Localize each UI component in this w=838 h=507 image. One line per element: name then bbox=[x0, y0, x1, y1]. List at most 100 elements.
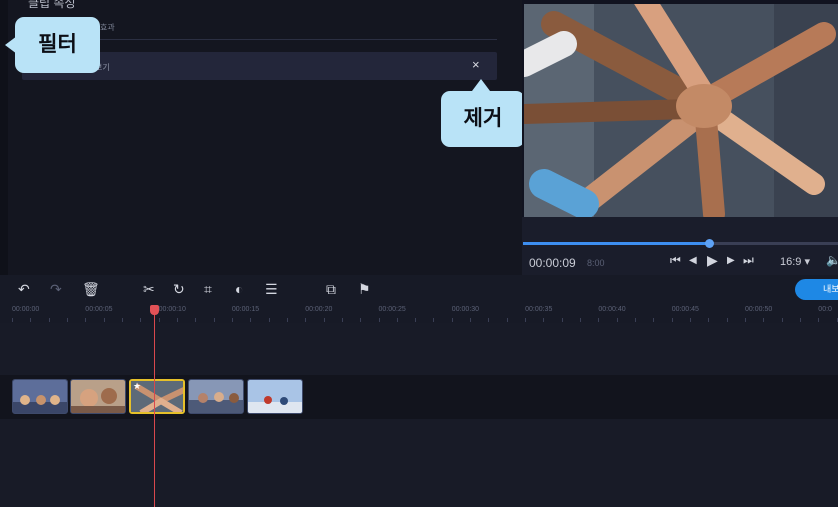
ruler-tick bbox=[708, 318, 710, 322]
previous-frame-icon[interactable]: ◀ bbox=[689, 255, 697, 266]
seek-handle[interactable] bbox=[704, 239, 714, 248]
ruler-tick bbox=[745, 318, 746, 322]
ruler-tick-label: 00:00:25 bbox=[378, 306, 406, 313]
remove-filter-button[interactable]: × bbox=[472, 57, 480, 72]
ruler-tick bbox=[268, 318, 270, 322]
seek-progress bbox=[523, 242, 709, 245]
ruler-tick bbox=[781, 318, 783, 322]
ruler-tick-label: 00:0 bbox=[818, 306, 832, 313]
flag-icon[interactable]: ⚑ bbox=[358, 281, 371, 298]
settings-icon[interactable]: ☰ bbox=[265, 281, 278, 298]
ruler-tick-label: 00:00:40 bbox=[598, 306, 626, 313]
ruler-tick bbox=[653, 318, 655, 322]
clip-thumbnail bbox=[248, 380, 302, 413]
timeline-clip[interactable] bbox=[247, 379, 303, 414]
ruler-tick bbox=[433, 318, 435, 322]
ruler-tick bbox=[360, 318, 362, 322]
ruler-tick bbox=[488, 318, 490, 322]
ruler-tick bbox=[85, 318, 87, 322]
ruler-tick bbox=[580, 318, 581, 322]
play-icon[interactable]: ▶ bbox=[707, 252, 718, 269]
clip-thumbnail bbox=[13, 380, 67, 413]
export-button[interactable]: 내보 bbox=[795, 279, 838, 300]
ruler-tick-label: 00:00:50 bbox=[745, 306, 773, 313]
clip-thumbnail bbox=[189, 380, 243, 413]
timeline-clip[interactable] bbox=[70, 379, 126, 414]
skip-to-end-icon[interactable]: ⏭ bbox=[743, 253, 754, 268]
filter-callout: 필터 bbox=[15, 17, 100, 73]
crop-icon[interactable]: ⌗ bbox=[204, 281, 212, 298]
video-preview[interactable] bbox=[524, 4, 838, 217]
ruler-tick bbox=[250, 318, 252, 322]
ruler-tick bbox=[396, 318, 398, 322]
next-frame-icon[interactable]: ▶ bbox=[727, 255, 735, 266]
ruler-tick bbox=[103, 318, 105, 322]
ruler-tick bbox=[305, 318, 307, 322]
remove-callout: 제거 bbox=[441, 91, 525, 147]
ruler-tick bbox=[213, 318, 215, 322]
playhead-handle[interactable] bbox=[150, 305, 159, 315]
color-adjust-icon[interactable]: ◐ bbox=[235, 281, 243, 297]
ruler-tick bbox=[30, 318, 32, 322]
skip-to-start-icon[interactable]: ⏮ bbox=[670, 253, 681, 268]
ruler-tick bbox=[726, 318, 728, 322]
ruler-tick bbox=[415, 318, 417, 322]
overlay-track[interactable] bbox=[0, 323, 838, 375]
ruler-tick bbox=[121, 318, 123, 322]
ruler-tick bbox=[195, 318, 197, 322]
ruler-tick bbox=[561, 318, 563, 322]
ruler-tick bbox=[470, 318, 472, 322]
redo-icon[interactable]: ↷ bbox=[50, 281, 62, 298]
ruler-tick bbox=[763, 318, 765, 322]
callout-arrow bbox=[472, 79, 490, 91]
ruler-tick bbox=[690, 318, 691, 322]
ruler-tick bbox=[506, 318, 508, 322]
effect-label: 효과 bbox=[100, 23, 115, 32]
timeline-ruler[interactable] bbox=[0, 305, 838, 324]
cut-icon[interactable]: ✂ bbox=[143, 281, 155, 298]
ruler-tick bbox=[836, 318, 838, 322]
ruler-tick bbox=[818, 318, 820, 322]
ruler-tick bbox=[799, 318, 801, 322]
ruler-tick bbox=[48, 318, 50, 322]
ruler-tick bbox=[598, 318, 600, 322]
ruler-tick-label: 00:00:00 bbox=[12, 306, 40, 313]
favorite-star-icon: ★ bbox=[133, 381, 142, 391]
ruler-tick bbox=[323, 318, 325, 322]
ruler-tick bbox=[140, 318, 142, 322]
ruler-tick-label: 00:00:35 bbox=[525, 306, 553, 313]
overlay-icon[interactable]: ⧉ bbox=[326, 281, 336, 298]
ruler-tick-label: 00:00:45 bbox=[671, 306, 699, 313]
ruler-tick bbox=[543, 318, 545, 322]
ruler-tick bbox=[378, 318, 380, 322]
ruler-tick bbox=[176, 318, 178, 322]
ruler-tick bbox=[635, 318, 636, 322]
panel-title: 클립 속성 bbox=[28, 0, 76, 10]
ruler-tick bbox=[616, 318, 618, 322]
delete-icon[interactable]: 🗑 bbox=[82, 281, 100, 298]
ruler-tick bbox=[341, 318, 343, 322]
ruler-tick bbox=[158, 318, 160, 322]
audio-track[interactable] bbox=[0, 419, 838, 507]
total-time: 8:00 bbox=[587, 258, 605, 268]
timeline-clip[interactable] bbox=[12, 379, 68, 414]
clip-thumbnail bbox=[71, 380, 125, 413]
ruler-tick-label: 00:00:30 bbox=[451, 306, 480, 313]
timeline-toolbar bbox=[0, 275, 838, 305]
ruler-tick bbox=[286, 318, 288, 322]
ruler-tick bbox=[66, 318, 68, 322]
playhead-line[interactable] bbox=[154, 311, 155, 507]
ruler-tick bbox=[671, 318, 673, 322]
undo-icon[interactable]: ↶ bbox=[18, 281, 30, 298]
rotate-icon[interactable]: ↻ bbox=[173, 281, 185, 298]
speaker-icon[interactable]: 🔈 bbox=[826, 253, 838, 267]
ruler-tick-label: 00:00:15 bbox=[231, 306, 260, 313]
aspect-ratio-dropdown[interactable]: 16:9 ▾ bbox=[780, 255, 810, 268]
stacked-hands-image bbox=[524, 4, 838, 217]
ruler-tick-label: 00:00:05 bbox=[85, 306, 113, 313]
ruler-tick bbox=[12, 318, 13, 322]
current-time: 00:00:09 bbox=[529, 256, 576, 270]
ruler-tick-label: 00:00:20 bbox=[305, 306, 333, 313]
timeline-clip[interactable] bbox=[188, 379, 244, 414]
ruler-tick bbox=[525, 318, 527, 322]
